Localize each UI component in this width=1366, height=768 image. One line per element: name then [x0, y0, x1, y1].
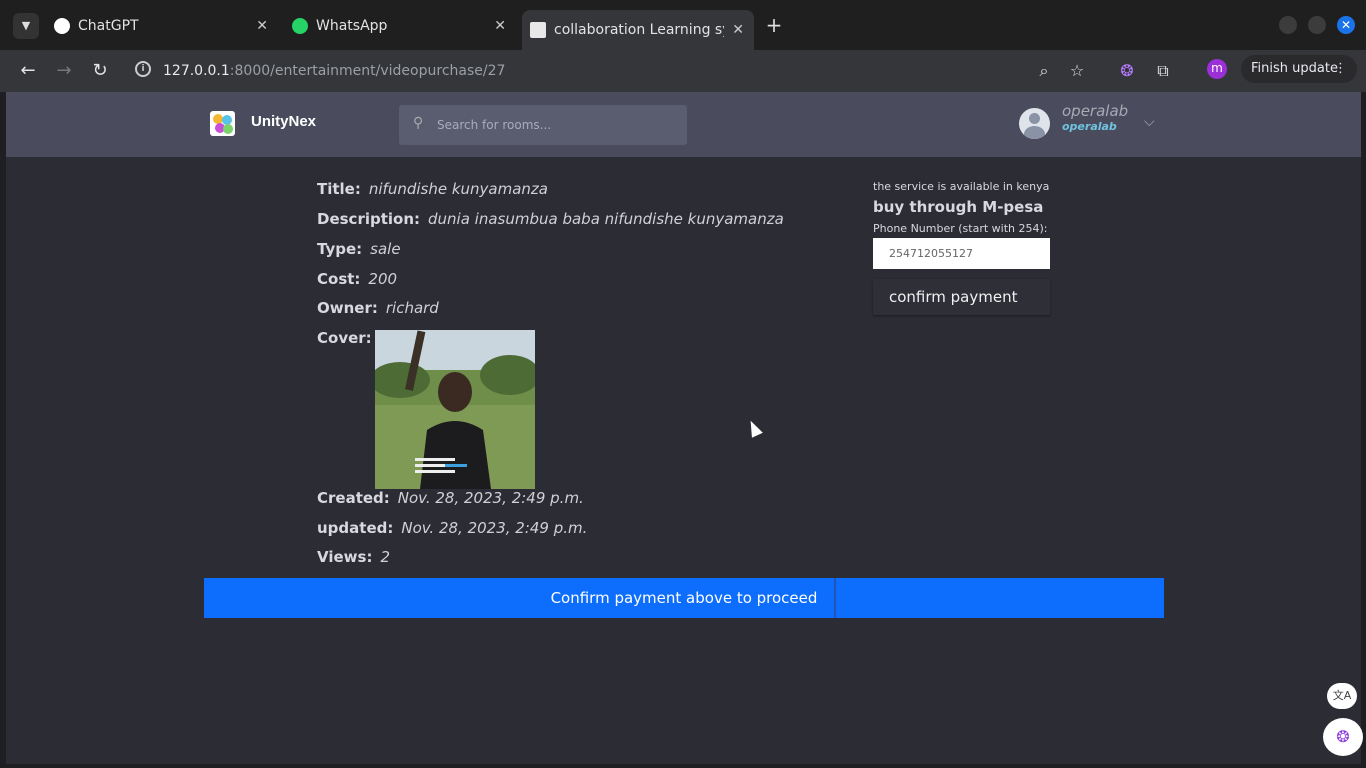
minimize-button[interactable]: [1279, 16, 1297, 34]
detail-value: nifundishe kunyamanza: [368, 180, 548, 198]
browser-tab-strip: ▼ ChatGPT ✕ WhatsApp ✕ collaboration Lea…: [0, 0, 1366, 50]
detail-cover: Cover:: [317, 329, 372, 347]
availability-note: the service is available in kenya: [873, 180, 1050, 193]
page: UnityNex ⚲ operalab operalab ⌵ Title: nif…: [6, 92, 1361, 764]
detail-value: richard: [385, 299, 439, 317]
cover-image: [375, 330, 535, 489]
payment-heading: buy through M-pesa: [873, 198, 1044, 216]
close-icon[interactable]: ✕: [494, 18, 506, 34]
cover-picture: [375, 330, 535, 489]
close-icon[interactable]: ✕: [256, 18, 268, 34]
site-info-icon[interactable]: i: [135, 61, 151, 77]
window-close-button[interactable]: ✕: [1337, 16, 1355, 34]
detail-title: Title: nifundishe kunyamanza: [317, 180, 548, 198]
detail-views: Views: 2: [317, 548, 390, 566]
search-icon: ⚲: [413, 115, 424, 131]
new-tab-button[interactable]: +: [762, 14, 786, 38]
user-name[interactable]: operalab: [1062, 102, 1128, 120]
chevron-down-icon[interactable]: ⌵: [1144, 114, 1155, 130]
address-bar[interactable]: 127.0.0.1:8000/entertainment/videopurcha…: [130, 54, 1100, 88]
detail-value: Nov. 28, 2023, 2:49 p.m.: [397, 489, 584, 507]
detail-owner: Owner: richard: [317, 299, 439, 317]
detail-value: dunia inasumbua baba nifundishe kunyaman…: [428, 210, 784, 228]
detail-label: Type:: [317, 240, 363, 258]
brand-name[interactable]: UnityNex: [251, 113, 316, 130]
detail-label: Views:: [317, 548, 373, 566]
tab-whatsapp[interactable]: WhatsApp ✕: [284, 10, 516, 42]
tab-title: WhatsApp: [316, 18, 388, 34]
mpesa-payment-panel: the service is available in kenya buy th…: [873, 180, 1053, 315]
zoom-icon[interactable]: ⌕: [1033, 60, 1055, 82]
tab-title: ChatGPT: [78, 18, 139, 34]
detail-value: 2: [380, 548, 390, 566]
tab-chatgpt[interactable]: ChatGPT ✕: [46, 10, 278, 42]
user-avatar[interactable]: [1019, 108, 1050, 139]
detail-label: Title:: [317, 180, 361, 198]
detail-cost: Cost: 200: [317, 270, 397, 288]
phone-label: Phone Number (start with 254):: [873, 222, 1048, 235]
user-handle: operalab: [1062, 120, 1117, 133]
back-button[interactable]: ←: [15, 58, 41, 84]
detail-created: Created: Nov. 28, 2023, 2:49 p.m.: [317, 489, 584, 507]
site-icon: [530, 22, 546, 38]
site-header: UnityNex ⚲ operalab operalab ⌵: [6, 92, 1361, 157]
phone-number-field[interactable]: [873, 238, 1050, 269]
detail-label: Cost:: [317, 270, 361, 288]
brand-logo[interactable]: [210, 111, 235, 136]
detail-label: Owner:: [317, 299, 378, 317]
maximize-button[interactable]: [1308, 16, 1326, 34]
proceed-button[interactable]: Confirm payment above to proceed: [534, 578, 836, 618]
whatsapp-icon: [292, 18, 308, 34]
url-path: :8000/entertainment/videopurchase/27: [229, 63, 506, 79]
detail-label: Created:: [317, 489, 390, 507]
extension-brain-icon[interactable]: ❂: [1116, 60, 1138, 82]
detail-value: Nov. 28, 2023, 2:49 p.m.: [401, 519, 588, 537]
avatar-body: [1024, 126, 1045, 139]
browser-toolbar: ← → ↻ 127.0.0.1:8000/entertainment/video…: [0, 50, 1366, 92]
chatgpt-icon: [54, 18, 70, 34]
bookmark-star-icon[interactable]: ☆: [1066, 60, 1088, 82]
reload-button[interactable]: ↻: [87, 58, 113, 84]
close-icon[interactable]: ✕: [732, 22, 744, 38]
confirm-payment-button[interactable]: confirm payment: [873, 279, 1050, 315]
detail-label: Description:: [317, 210, 421, 228]
detail-value: sale: [370, 240, 401, 258]
detail-description: Description: dunia inasumbua baba nifundi…: [317, 210, 784, 228]
search-box[interactable]: ⚲: [399, 105, 687, 145]
search-input[interactable]: [437, 113, 677, 137]
detail-type: Type: sale: [317, 240, 401, 258]
extensions-puzzle-icon[interactable]: ⧉: [1152, 60, 1174, 82]
tab-collaboration-learning[interactable]: collaboration Learning sy ✕: [522, 10, 754, 50]
tab-title: collaboration Learning sy: [554, 22, 724, 38]
profile-avatar[interactable]: m: [1207, 59, 1227, 79]
detail-label: Cover:: [317, 329, 372, 347]
translate-icon[interactable]: 文A: [1327, 683, 1357, 709]
finish-update-button[interactable]: Finish update ⋮: [1241, 55, 1357, 83]
more-menu-icon[interactable]: ⋮: [1334, 55, 1347, 83]
tab-search-button[interactable]: ▼: [13, 13, 39, 39]
detail-value: 200: [368, 270, 398, 288]
detail-updated: updated: Nov. 28, 2023, 2:49 p.m.: [317, 519, 587, 537]
finish-update-label: Finish update: [1251, 61, 1338, 76]
aria-assistant-icon[interactable]: ❂: [1323, 718, 1363, 756]
detail-label: updated:: [317, 519, 394, 537]
url-host: 127.0.0.1: [163, 63, 230, 79]
forward-button[interactable]: →: [51, 58, 77, 84]
avatar-head: [1029, 113, 1040, 124]
proceed-bar: Confirm payment above to proceed: [204, 578, 1164, 618]
